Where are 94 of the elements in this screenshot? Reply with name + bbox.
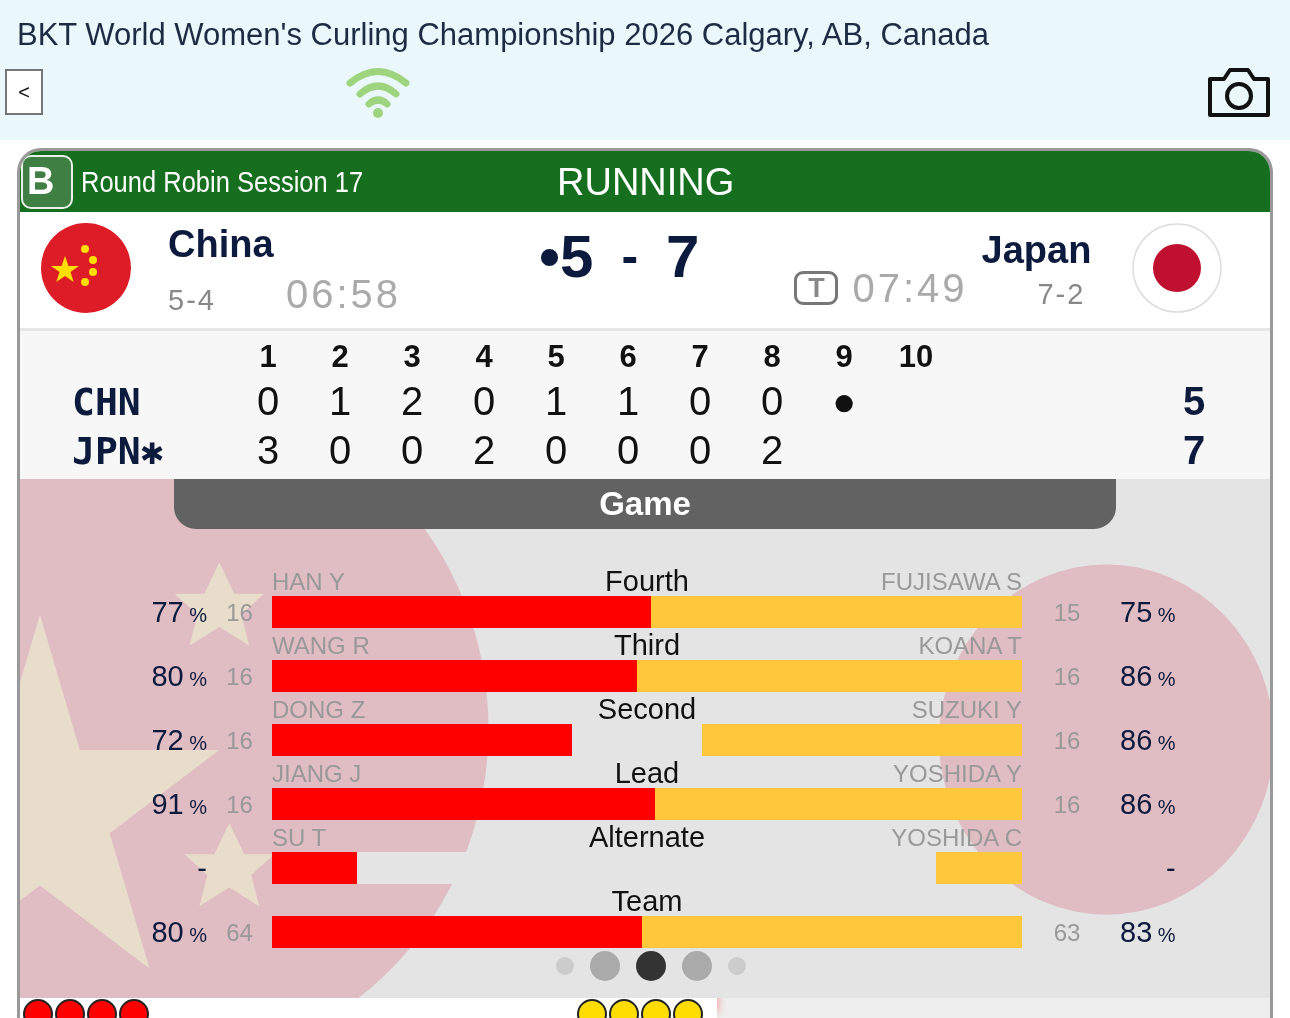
team-score: •5 (539, 221, 594, 291)
team-name: Japan (981, 229, 1092, 272)
camera-icon[interactable] (1206, 65, 1272, 119)
team-code: CHN (71, 379, 142, 424)
game-status: RUNNING (557, 161, 735, 204)
timeout-badge: T (794, 271, 839, 305)
shot-percentage: 77 % (150, 596, 207, 629)
end-score: 0 (759, 379, 785, 424)
position-label: Lead (614, 757, 680, 789)
shot-percentage: 91 % (150, 788, 207, 821)
page-dot[interactable] (636, 951, 666, 981)
end-number: 8 (762, 339, 782, 375)
game-tab[interactable]: Game (174, 479, 1116, 529)
end-number: 5 (546, 339, 566, 375)
shot-percentage: - (196, 852, 207, 885)
team-score: 7 (666, 221, 700, 291)
shot-count: 16 (225, 790, 254, 819)
team-record: 7-2 (1037, 278, 1086, 311)
end-score: 0 (687, 428, 713, 473)
end-score: 0 (615, 428, 641, 473)
player-name: SUZUKI Y (911, 696, 1022, 724)
player-name: KOANA T (918, 632, 1022, 660)
end-score: 1 (543, 379, 569, 424)
shot-percentage: 86 % (1119, 660, 1177, 693)
score-separator: - (621, 227, 639, 285)
team-code: JPN✱ (71, 428, 165, 473)
end-score: 0 (399, 428, 425, 473)
end-score: 0 (543, 428, 569, 473)
end-score: ● (830, 379, 858, 424)
shot-percentage: 86 % (1119, 724, 1177, 757)
player-name: SU T (272, 824, 327, 852)
team-name: China (168, 223, 275, 266)
player-name: YOSHIDA C (891, 824, 1022, 852)
position-label: Alternate (588, 821, 706, 853)
position-label: Fourth (605, 565, 689, 597)
end-number: 7 (690, 339, 710, 375)
page-dot[interactable] (682, 951, 712, 981)
shot-percentage: 83 % (1119, 916, 1177, 949)
end-number: 6 (618, 339, 638, 375)
page-title: BKT World Women's Curling Championship 2026 Calgary, AB, Canada (16, 16, 990, 54)
shot-percentage: 72 % (150, 724, 207, 757)
end-score: 2 (759, 428, 785, 473)
end-number: 1 (258, 339, 278, 375)
shot-count: 16 (225, 726, 254, 755)
shot-percentage: 75 % (1119, 596, 1177, 629)
player-name: FUJISAWA S (881, 568, 1022, 596)
position-label: Third (613, 629, 681, 661)
end-score: 0 (327, 428, 353, 473)
end-score: 3 (255, 428, 281, 473)
player-name: HAN Y (272, 568, 345, 596)
time-clock: 06:58 (285, 272, 402, 317)
player-name: JIANG J (272, 760, 362, 788)
end-score: 0 (471, 379, 497, 424)
team-record: 5-4 (168, 284, 216, 317)
shot-percentage: - (1165, 852, 1177, 885)
wifi-icon (345, 66, 411, 118)
shot-count: 64 (225, 918, 254, 947)
shot-percentage: 86 % (1119, 788, 1177, 821)
end-score: 0 (255, 379, 281, 424)
end-score: 1 (327, 379, 353, 424)
end-number: 4 (474, 339, 494, 375)
shot-count: 63 (1052, 918, 1082, 947)
back-button[interactable]: < (5, 69, 43, 115)
shot-count: 16 (225, 662, 254, 691)
end-number: 3 (402, 339, 422, 375)
time-clock: 07:49 (852, 265, 968, 311)
end-score: 2 (471, 428, 497, 473)
shot-count: 16 (225, 598, 254, 627)
total-score: 5 (1181, 379, 1207, 424)
player-name: WANG R (272, 632, 370, 660)
end-score: 1 (615, 379, 641, 424)
shot-count: 15 (1052, 598, 1082, 627)
shot-percentage: 80 % (150, 660, 207, 693)
player-name: YOSHIDA Y (893, 760, 1022, 788)
player-name: DONG Z (272, 696, 366, 724)
shot-count: 16 (1052, 662, 1082, 691)
end-score: 0 (687, 379, 713, 424)
end-number: 10 (897, 339, 935, 375)
shot-count: 16 (1052, 790, 1082, 819)
page-dot[interactable] (728, 957, 746, 975)
japan-flag-icon (1131, 222, 1224, 314)
position-label: Team (611, 885, 683, 917)
session-label: Round Robin Session 17 (81, 164, 364, 199)
end-number: 2 (330, 339, 350, 375)
page-dot[interactable] (590, 951, 620, 981)
position-label: Second (597, 693, 697, 725)
page-dot[interactable] (556, 957, 574, 975)
sheet-badge: B (21, 154, 73, 209)
china-flag-icon (40, 222, 132, 314)
end-score: 2 (399, 379, 425, 424)
end-number: 9 (834, 339, 854, 375)
total-score: 7 (1181, 428, 1207, 473)
shot-count: 16 (1052, 726, 1082, 755)
shot-percentage: 80 % (150, 916, 207, 949)
